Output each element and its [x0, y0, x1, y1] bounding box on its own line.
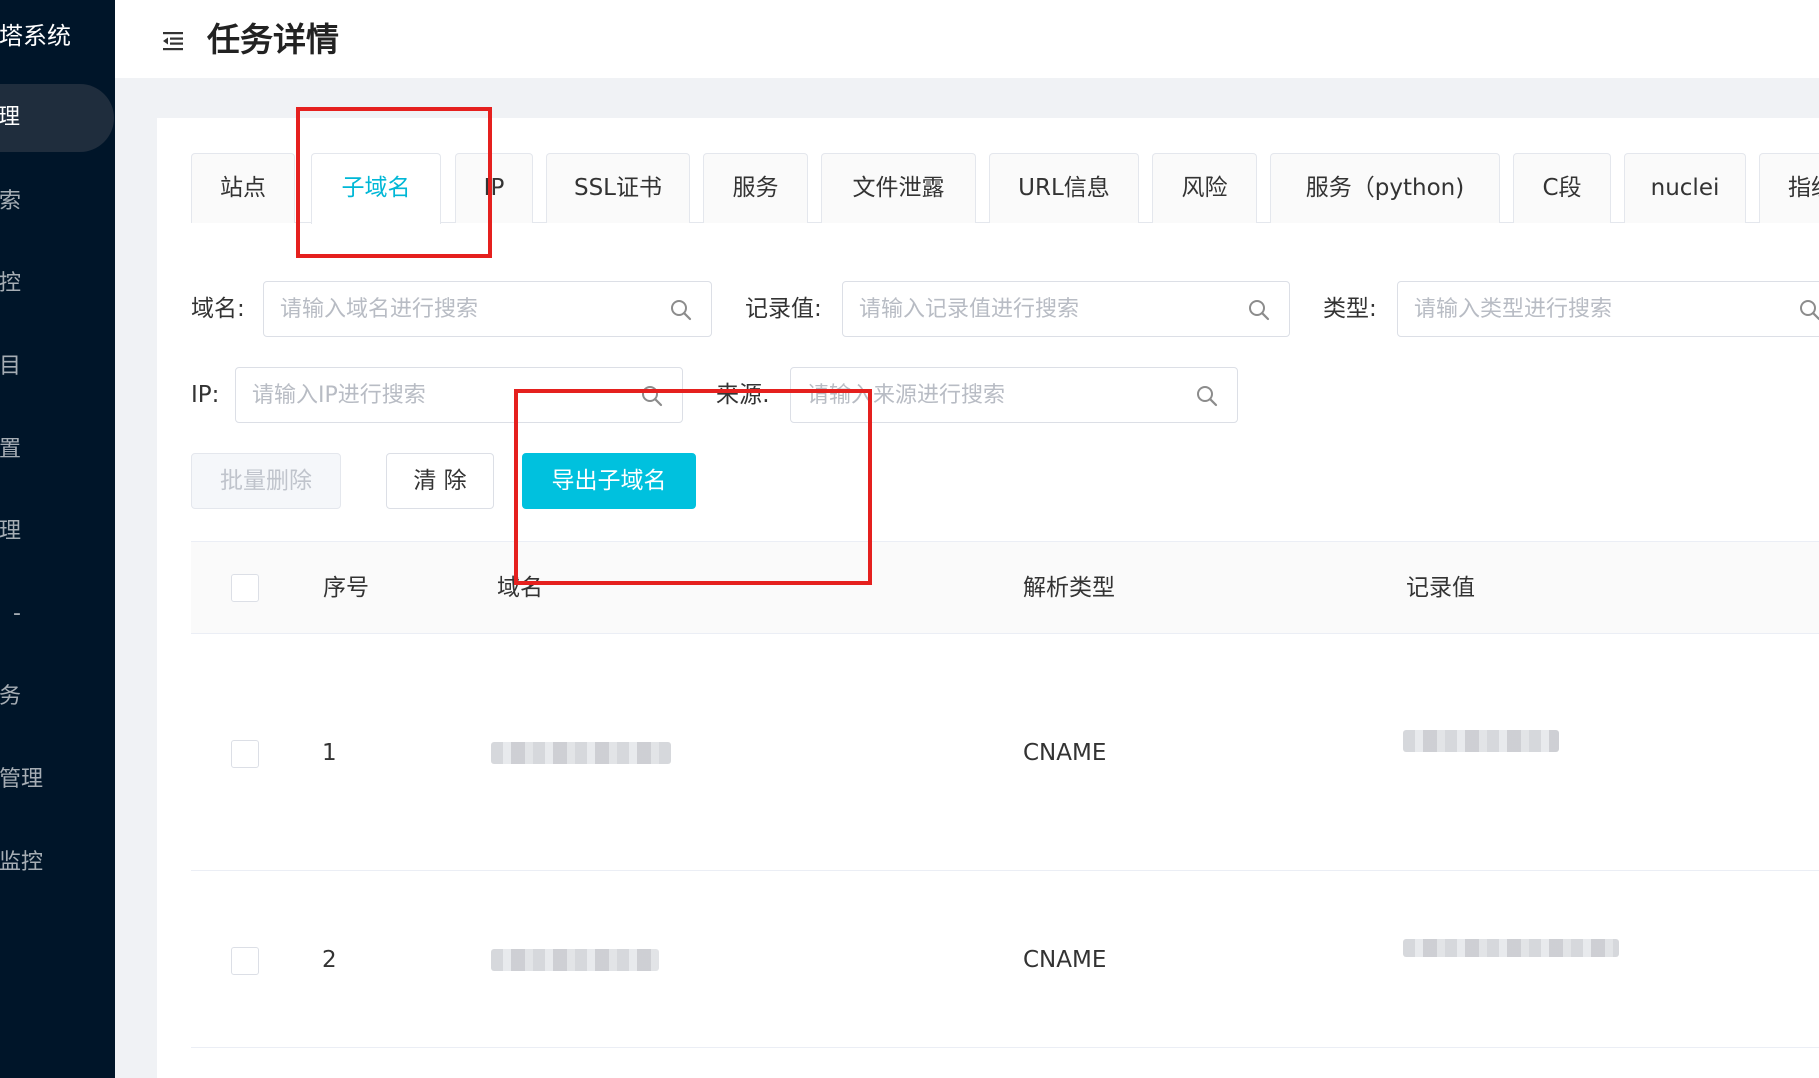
tab-ssl-cert[interactable]: SSL证书 — [546, 153, 690, 223]
search-icon[interactable] — [1247, 298, 1271, 322]
page-title: 任务详情 — [207, 20, 339, 59]
export-subdomain-button[interactable]: 导出子域名 — [522, 453, 696, 509]
record-search-box — [842, 281, 1290, 337]
table-row[interactable]: 2 CNAME — [191, 871, 1819, 1048]
type-search-input[interactable] — [1414, 282, 1790, 336]
content-card: 站点 子域名 IP SSL证书 服务 文件泄露 URL信息 风险 服务（pyth… — [157, 118, 1819, 1078]
redacted-record — [1403, 730, 1559, 752]
table-row[interactable]: 1 CNAME — [191, 634, 1819, 871]
column-header-index: 序号 — [323, 575, 369, 601]
tab-url-info[interactable]: URL信息 — [989, 153, 1139, 223]
tab-nuclei[interactable]: nuclei — [1624, 153, 1746, 223]
tab-fingerprint[interactable]: 指纹 — [1759, 153, 1819, 223]
source-filter-label: 来源: — [716, 382, 770, 408]
tab-service[interactable]: 服务 — [703, 153, 808, 223]
sidebar-item-2[interactable]: 索 — [0, 168, 115, 236]
clear-button[interactable]: 清 除 — [386, 453, 494, 509]
column-header-record: 记录值 — [1406, 575, 1475, 601]
domain-search-box — [263, 281, 712, 337]
sidebar-item-8[interactable]: 务 — [0, 663, 115, 731]
sidebar-item-5[interactable]: 置 — [0, 416, 115, 484]
tab-file-leak[interactable]: 文件泄露 — [821, 153, 976, 223]
source-search-box — [790, 367, 1238, 423]
table-header: 序号 域名 解析类型 记录值 — [191, 541, 1819, 634]
sidebar: 塔系统 理 索 控 目 置 理 - 务 管理 监控 — [0, 0, 115, 1078]
tab-site[interactable]: 站点 — [191, 153, 295, 223]
select-all-checkbox[interactable] — [231, 574, 259, 602]
column-header-type: 解析类型 — [1023, 575, 1115, 601]
sidebar-item-1[interactable]: 理 — [0, 84, 114, 152]
redacted-domain — [491, 742, 671, 764]
row-type: CNAME — [1023, 740, 1107, 766]
search-icon[interactable] — [1195, 384, 1219, 408]
record-search-input[interactable] — [859, 282, 1235, 336]
search-icon[interactable] — [669, 298, 693, 322]
domain-search-input[interactable] — [280, 282, 657, 336]
table-row[interactable] — [191, 1048, 1819, 1078]
column-header-domain: 域名 — [497, 575, 543, 601]
ip-search-box — [235, 367, 683, 423]
search-icon[interactable] — [640, 384, 664, 408]
sidebar-item-10[interactable]: 监控 — [0, 829, 115, 897]
type-search-box — [1397, 281, 1819, 337]
domain-filter-label: 域名: — [191, 296, 245, 322]
subdomain-table: 序号 域名 解析类型 记录值 1 CNAME 2 CNAME — [191, 541, 1819, 1078]
tab-risk[interactable]: 风险 — [1152, 153, 1257, 223]
page-header: 任务详情 — [115, 0, 1819, 78]
sidebar-item-3[interactable]: 控 — [0, 250, 115, 318]
row-index: 1 — [322, 740, 337, 766]
batch-delete-button[interactable]: 批量删除 — [191, 453, 341, 509]
sidebar-item-7[interactable]: - — [0, 580, 115, 648]
row-index: 2 — [322, 947, 337, 973]
row-type: CNAME — [1023, 947, 1107, 973]
tab-bar: 站点 子域名 IP SSL证书 服务 文件泄露 URL信息 风险 服务（pyth… — [191, 153, 1819, 224]
search-icon[interactable] — [1798, 298, 1819, 322]
sidebar-item-6[interactable]: 理 — [0, 498, 115, 566]
source-search-input[interactable] — [807, 368, 1183, 422]
tab-subdomain[interactable]: 子域名 — [311, 153, 441, 224]
sidebar-item-9[interactable]: 管理 — [0, 746, 115, 814]
type-filter-label: 类型: — [1323, 296, 1377, 322]
row-checkbox[interactable] — [231, 947, 259, 975]
record-filter-label: 记录值: — [745, 296, 822, 322]
sidebar-brand: 塔系统 — [0, 22, 71, 50]
tab-service-python[interactable]: 服务（python) — [1270, 153, 1500, 223]
row-checkbox[interactable] — [231, 740, 259, 768]
tab-c-segment[interactable]: C段 — [1513, 153, 1611, 223]
redacted-domain — [491, 949, 659, 971]
tab-ip[interactable]: IP — [455, 153, 533, 223]
ip-filter-label: IP: — [191, 382, 220, 408]
ip-search-input[interactable] — [252, 368, 628, 422]
redacted-record — [1403, 939, 1619, 957]
menu-fold-icon[interactable] — [161, 30, 185, 52]
sidebar-item-4[interactable]: 目 — [0, 333, 115, 401]
